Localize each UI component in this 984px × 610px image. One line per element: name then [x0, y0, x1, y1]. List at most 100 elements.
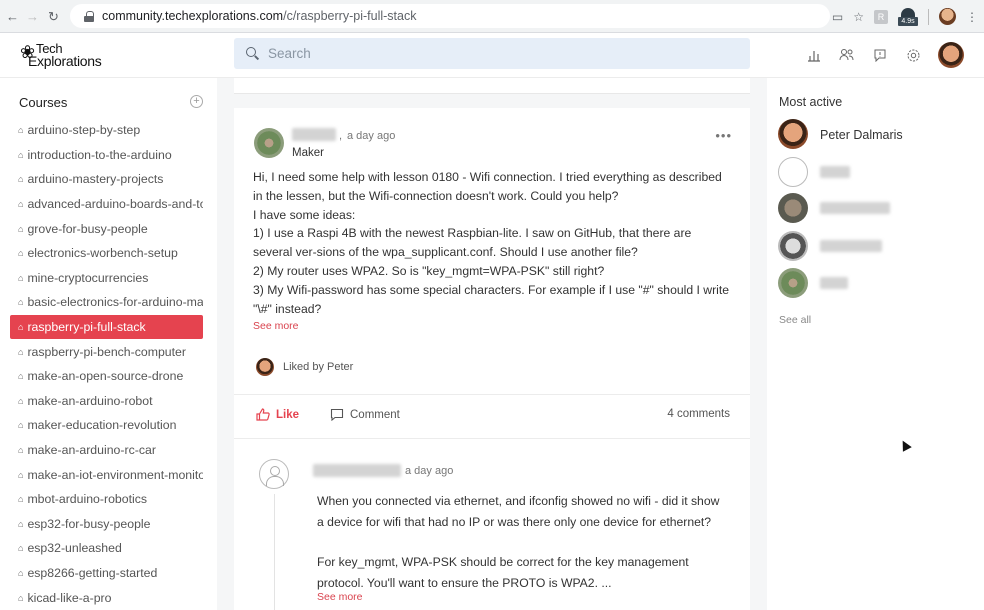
address-bar[interactable]: community.techexplorations.com/c/raspber…	[70, 4, 830, 28]
sidebar-item-maker-education-revolution[interactable]: ⌂ maker-education-revolution	[10, 413, 203, 438]
see-more-link[interactable]: See more	[253, 320, 299, 332]
post-paragraph: 2) My router uses WPA2. So is "key_mgmt=…	[253, 263, 605, 278]
post-time[interactable]: a day ago	[347, 130, 395, 142]
sidebar-item-advanced-arduino-boards-and-to[interactable]: ⌂ advanced-arduino-boards-and-to	[10, 192, 203, 217]
post-paragraph: Hi, I need some help with lesson 0180 - …	[253, 170, 722, 203]
search-icon	[246, 47, 259, 60]
sidebar-item-arduino-step-by-step[interactable]: ⌂ arduino-step-by-step	[10, 118, 203, 143]
forward-arrow-icon[interactable]: →	[26, 0, 39, 33]
course-label: esp32-unleashed	[27, 541, 122, 556]
lock-icon: ⌂	[18, 125, 24, 136]
search-bar[interactable]	[234, 38, 750, 69]
sidebar-item-raspberry-pi-full-stack[interactable]: ⌂ raspberry-pi-full-stack	[10, 314, 203, 340]
see-all-link[interactable]: See all	[779, 314, 811, 326]
author-avatar[interactable]	[254, 128, 284, 158]
member-item[interactable]: Peter Dalmaris	[778, 119, 978, 151]
default-avatar-icon	[778, 157, 808, 187]
sidebar-item-esp8266-getting-started[interactable]: ⌂ esp8266-getting-started	[10, 561, 203, 586]
comment-time[interactable]: a day ago	[405, 465, 453, 477]
sidebar-item-esp32-unleashed[interactable]: ⌂ esp32-unleashed	[10, 536, 203, 561]
sidebar-item-make-an-open-source-drone[interactable]: ⌂ make-an-open-source-drone	[10, 364, 203, 389]
like-button[interactable]: Like	[256, 408, 299, 421]
member-item[interactable]	[778, 193, 978, 225]
extension-icon[interactable]: R	[874, 9, 888, 24]
sidebar-item-make-an-arduino-rc-car[interactable]: ⌂ make-an-arduino-rc-car	[10, 438, 203, 463]
extension-badge: 4.9s	[898, 16, 918, 26]
liked-by-text[interactable]: Liked by Peter	[283, 361, 353, 373]
leaderboard-icon[interactable]	[806, 47, 822, 63]
course-label: introduction-to-the-arduino	[27, 147, 172, 162]
post-paragraph: 1) I use a Raspi 4B with the newest Rasp…	[253, 226, 692, 260]
member-item[interactable]	[778, 231, 978, 263]
sidebar-item-mbot-arduino-robotics[interactable]: ⌂ mbot-arduino-robotics	[10, 487, 203, 512]
feed: , a day ago Maker ••• Hi, I need some he…	[217, 78, 767, 610]
sidebar-item-mine-cryptocurrencies[interactable]: ⌂ mine-cryptocurrencies	[10, 266, 203, 291]
browser-toolbar: ← → ↻ community.techexplorations.com/c/r…	[0, 0, 984, 33]
liker-avatar	[256, 358, 274, 376]
notifications-icon[interactable]	[872, 47, 888, 63]
divider	[928, 8, 929, 25]
lock-icon: ⌂	[18, 199, 24, 210]
lock-icon: ⌂	[18, 543, 24, 554]
thumbs-up-icon	[256, 408, 270, 421]
lock-icon: ⌂	[18, 223, 24, 234]
member-item[interactable]	[778, 157, 978, 189]
course-label: basic-electronics-for-arduino-mal	[27, 295, 203, 310]
settings-icon[interactable]	[905, 47, 921, 63]
sidebar-item-make-an-iot-environment-monitoi[interactable]: ⌂ make-an-iot-environment-monitoi	[10, 462, 203, 487]
lock-icon: ⌂	[18, 371, 24, 382]
more-options-icon[interactable]: •••	[715, 128, 732, 143]
extension-timer-icon[interactable]: 4.9s	[898, 7, 918, 26]
comment-button[interactable]: Comment	[330, 408, 400, 421]
profile-avatar[interactable]	[939, 8, 956, 25]
thread-line	[274, 494, 275, 610]
course-label: raspberry-pi-bench-computer	[27, 344, 186, 359]
sidebar-item-kicad-like-a-pro[interactable]: ⌂ kicad-like-a-pro	[10, 585, 203, 610]
add-course-button[interactable]: +	[190, 95, 203, 108]
author-role: Maker	[292, 147, 324, 159]
sidebar-item-basic-electronics-for-arduino-mal[interactable]: ⌂ basic-electronics-for-arduino-mal	[10, 290, 203, 315]
member-name-redacted	[820, 240, 882, 252]
course-label: arduino-mastery-projects	[27, 172, 164, 187]
comments-count[interactable]: 4 comments	[667, 408, 730, 420]
sidebar-item-arduino-mastery-projects[interactable]: ⌂ arduino-mastery-projects	[10, 167, 203, 192]
course-label: make-an-arduino-robot	[27, 393, 153, 408]
most-active-heading: Most active	[779, 95, 843, 109]
search-input[interactable]	[268, 46, 728, 61]
previous-post-card	[234, 78, 750, 94]
back-arrow-icon[interactable]: ←	[6, 0, 19, 33]
sidebar-item-make-an-arduino-robot[interactable]: ⌂ make-an-arduino-robot	[10, 389, 203, 414]
menu-dots-icon[interactable]: ⋮	[966, 10, 978, 24]
sidebar-item-esp32-for-busy-people[interactable]: ⌂ esp32-for-busy-people	[10, 512, 203, 537]
course-label: make-an-iot-environment-monitoi	[27, 467, 203, 482]
courses-heading: Courses	[19, 95, 68, 110]
lock-icon: ⌂	[18, 174, 24, 185]
see-more-link[interactable]: See more	[317, 591, 363, 603]
comment-paragraph: When you connected via ethernet, and ifc…	[317, 494, 720, 529]
member-item[interactable]	[778, 268, 978, 300]
comment-icon	[330, 408, 344, 421]
bookmark-star-icon[interactable]: ☆	[853, 10, 864, 24]
members-icon[interactable]	[839, 47, 855, 63]
post-body: Hi, I need some help with lesson 0180 - …	[253, 168, 733, 318]
user-avatar[interactable]	[938, 42, 964, 68]
comment-body: When you connected via ethernet, and ifc…	[317, 491, 727, 593]
default-avatar-icon[interactable]	[259, 459, 289, 489]
member-name-redacted	[820, 166, 850, 178]
course-label: electronics-worbench-setup	[27, 246, 178, 261]
tech-explorations-logo[interactable]: ❀ Tech Explorations	[20, 41, 120, 69]
sidebar-item-electronics-worbench-setup[interactable]: ⌂ electronics-worbench-setup	[10, 241, 203, 266]
reload-icon[interactable]: ↻	[48, 0, 59, 33]
post-paragraph: I have some ideas:	[253, 207, 356, 222]
sidebar: Courses + ⌂ arduino-step-by-step ⌂ introduc…	[0, 78, 217, 610]
sidebar-item-grove-for-busy-people[interactable]: ⌂ grove-for-busy-people	[10, 216, 203, 241]
cast-icon[interactable]: ▭	[832, 10, 843, 24]
sidebar-item-introduction-to-the-arduino[interactable]: ⌂ introduction-to-the-arduino	[10, 143, 203, 168]
member-name: Peter Dalmaris	[820, 128, 903, 142]
lock-icon: ⌂	[18, 272, 24, 283]
sidebar-item-raspberry-pi-bench-computer[interactable]: ⌂ raspberry-pi-bench-computer	[10, 339, 203, 364]
name-separator: ,	[339, 130, 343, 142]
lock-icon: ⌂	[18, 322, 24, 333]
member-avatar	[778, 231, 808, 261]
logo-text-explorations: Explorations	[28, 53, 102, 69]
